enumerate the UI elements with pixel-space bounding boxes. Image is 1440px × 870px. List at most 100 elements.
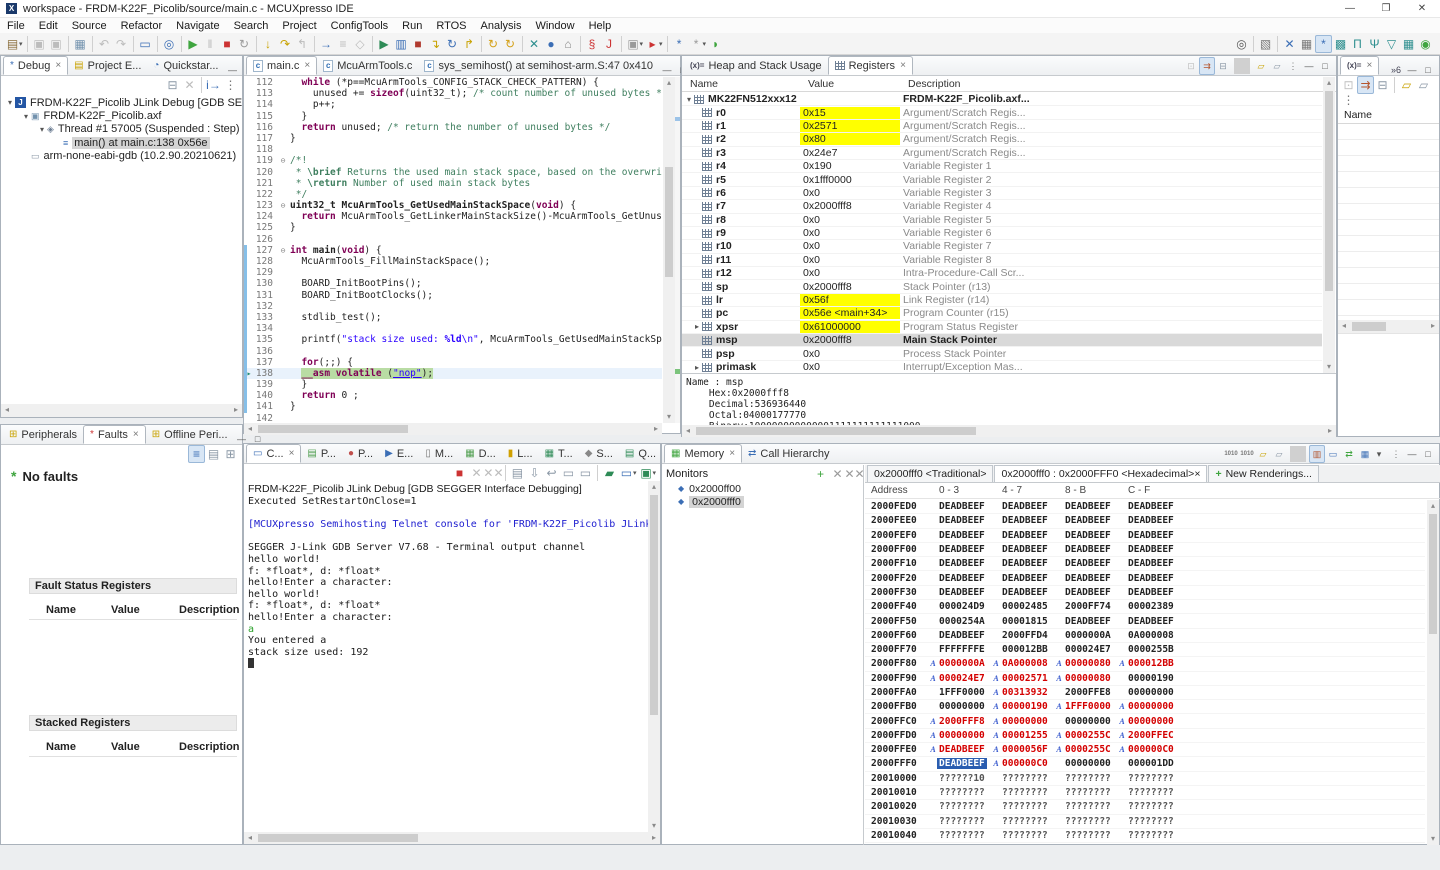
register-row[interactable]: r80x0Variable Register 5 <box>682 214 1322 227</box>
code-line[interactable]: 124 return McuArmTools_GetLinkerMainStac… <box>244 211 662 222</box>
menu-source[interactable]: Source <box>65 18 114 33</box>
memory-row[interactable]: 2000FFE0ADEADBEEFA0000056FA0000255CA0000… <box>865 743 1425 757</box>
code-line[interactable]: 117} <box>244 133 662 144</box>
register-row[interactable]: lr0x56fLink Register (r14) <box>682 294 1322 307</box>
toggle-split-button[interactable]: ▥ <box>1309 445 1325 463</box>
open-console-button-dropdown[interactable]: ▾ <box>652 469 656 477</box>
collapse-button[interactable]: ⊟ <box>1215 57 1231 75</box>
menu-rtos[interactable]: RTOS <box>429 18 473 33</box>
remove-all-launches-button[interactable]: ✕✕ <box>485 464 502 482</box>
debug-hscrollbar[interactable]: ◂▸ <box>1 404 242 417</box>
register-row[interactable]: r20x80Argument/Scratch Regis... <box>682 133 1322 146</box>
close-button[interactable]: ✕ <box>1404 0 1440 17</box>
memory-row[interactable]: 2000FF70FFFFFFFE000012BB000024E70000255B <box>865 643 1425 657</box>
code-line[interactable]: 115 } <box>244 111 662 122</box>
display-console-button-dropdown[interactable]: ▾ <box>633 469 637 477</box>
pin-muxing-button[interactable]: § <box>584 35 601 53</box>
info-button[interactable]: ● <box>543 35 560 53</box>
memory-row[interactable]: 20010030???????????????????????????????? <box>865 815 1425 829</box>
remove-monitor-button[interactable]: ✕ <box>829 465 846 483</box>
minimize-view-icon[interactable]: — <box>1404 449 1420 459</box>
close-tab-icon[interactable]: × <box>55 60 61 71</box>
memory-row[interactable]: 2000FED0DEADBEEFDEADBEEFDEADBEEFDEADBEEF <box>865 500 1425 514</box>
link-renderings-button[interactable]: ▭ <box>1325 445 1341 463</box>
step-over-button[interactable]: ↷ <box>277 35 294 53</box>
minimize-view-icon[interactable]: — <box>1404 65 1420 75</box>
show-stderr-button[interactable]: ▭ <box>577 464 594 482</box>
register-row[interactable]: r00x15Argument/Scratch Regis... <box>682 106 1322 119</box>
sdk-manager-button[interactable]: ✕ <box>526 35 543 53</box>
register-row[interactable]: r50x1fff0000Variable Register 2 <box>682 173 1322 186</box>
open-console-button[interactable]: ▭ <box>137 35 154 53</box>
memory-row[interactable]: 2000FF500000254A00001815DEADBEEFDEADBEEF <box>865 614 1425 628</box>
more-tabs-chevron[interactable]: »6 <box>1388 65 1404 75</box>
memory-rendering-tab[interactable]: 0x2000fff0 <Traditional> <box>867 465 993 482</box>
registers-view-tab[interactable]: Registers× <box>828 56 913 75</box>
close-tab-icon[interactable]: × <box>1366 60 1372 71</box>
register-row[interactable]: r70x2000fff8Variable Register 4 <box>682 200 1322 213</box>
pin-view-button[interactable]: ⇉ <box>1357 76 1374 94</box>
hex-render2-button[interactable]: 1010 <box>1239 445 1255 463</box>
code-line[interactable]: 113 unused += sizeof(uint32_t); /* count… <box>244 88 662 99</box>
save-button[interactable]: ▣ <box>31 35 48 53</box>
faults-view-tab[interactable]: ⊞Peripherals <box>3 425 83 444</box>
editor-tab[interactable]: cmain.c× <box>246 56 317 75</box>
memory-row[interactable]: 20010040???????????????????????????????? <box>865 829 1425 843</box>
jlink-button[interactable]: J <box>601 35 618 53</box>
editor-overview-ruler[interactable] <box>675 77 680 423</box>
collapse-button[interactable]: ⊟ <box>1374 76 1391 94</box>
code-line[interactable]: 112 while (*p==McuArmTools_CONFIG_STACK_… <box>244 77 662 88</box>
close-tab-icon[interactable]: × <box>133 429 139 440</box>
code-line[interactable]: 132 <box>244 301 662 312</box>
debug-view-tab[interactable]: ▤Project E... <box>68 56 147 75</box>
debug-tree-item[interactable]: ▾▣FRDM-K22F_Picolib.axf <box>1 109 242 122</box>
attach-button[interactable]: ↱ <box>461 35 478 53</box>
hex-render-button[interactable]: 1010 <box>1223 445 1239 463</box>
register-row[interactable]: ▸xpsr0x61000000Program Status Register <box>682 321 1322 334</box>
editor-vscrollbar[interactable]: ▴▾ <box>663 77 675 423</box>
maximize-view-icon[interactable]: □ <box>1317 61 1333 71</box>
code-line[interactable]: 142 <box>244 413 662 423</box>
memory-row[interactable]: 2000FFF0DEADBEEFA000000C000000000000001D… <box>865 757 1425 771</box>
restart-button[interactable]: ↻ <box>236 35 253 53</box>
faults-view-tab[interactable]: *Faults× <box>83 425 146 444</box>
menu-edit[interactable]: Edit <box>32 18 65 33</box>
step-filters-button[interactable]: i→ <box>205 76 222 94</box>
memory-row[interactable]: 2000FF90A000024E7A00002571A0000008000000… <box>865 672 1425 686</box>
debug-tree-item[interactable]: ▭arm-none-eabi-gdb (10.2.90.20210621) <box>1 150 242 163</box>
console-view-tab[interactable]: ▤Q... <box>619 444 662 463</box>
variables-tab[interactable]: (x)= × <box>1340 56 1379 75</box>
layout-button-dropdown[interactable]: ▾ <box>1371 449 1387 460</box>
code-line[interactable]: ▸138 __asm volatile ("nop"); <box>244 368 662 379</box>
minimize-view-icon[interactable]: — <box>1301 61 1317 71</box>
variables-hscrollbar[interactable]: ◂▸ <box>1338 320 1439 333</box>
config-tools-button[interactable]: * <box>671 35 688 53</box>
skip-breakpoints-button[interactable]: → <box>318 35 335 53</box>
code-line[interactable]: 122 */ <box>244 189 662 200</box>
register-row[interactable]: psp0x0Process Stack Pointer <box>682 347 1322 360</box>
menu-analysis[interactable]: Analysis <box>474 18 529 33</box>
memory-row[interactable]: 20010010???????????????????????????????? <box>865 786 1425 800</box>
previous-button[interactable]: ⊡ <box>1183 57 1199 75</box>
memory-row[interactable]: 2000FFB000000000A00000190A1FFF0000A00000… <box>865 700 1425 714</box>
maximize-button[interactable]: ❐ <box>1368 0 1404 17</box>
memory-view-tab[interactable]: ⇄Call Hierarchy <box>742 444 835 463</box>
open-view-button[interactable]: ▱ <box>1415 76 1432 94</box>
register-row[interactable]: ▸primask0x0Interrupt/Exception Mas... <box>682 361 1322 373</box>
view-menu-button[interactable]: ⋮ <box>1388 445 1404 463</box>
console-view-tab[interactable]: ▤P... <box>301 444 342 463</box>
register-row[interactable]: r110x0Variable Register 8 <box>682 254 1322 267</box>
code-line[interactable]: 116 return unused; /* return the number … <box>244 122 662 133</box>
flash-columns-button[interactable]: ▥ <box>393 35 410 53</box>
editor-tab[interactable]: csys_semihost() at semihost-arm.S:47 0x4… <box>418 56 659 75</box>
editor-hscrollbar[interactable]: ◂▸ <box>244 423 662 435</box>
memory-row[interactable]: 2000FF60DEADBEEF2000FFD40000000A0A000008 <box>865 629 1425 643</box>
copy-button[interactable]: ▤ <box>205 445 222 463</box>
memory-row[interactable]: 2000FFA01FFF0000A003139322000FFE80000000… <box>865 686 1425 700</box>
maximize-view-icon[interactable]: □ <box>1420 449 1436 459</box>
perspective-pins-button[interactable]: Π <box>1349 35 1366 53</box>
register-row[interactable]: r30x24e7Argument/Scratch Regis... <box>682 147 1322 160</box>
code-line[interactable]: 125} <box>244 222 662 233</box>
memory-row[interactable]: 2000FF10DEADBEEFDEADBEEFDEADBEEFDEADBEEF <box>865 557 1425 571</box>
code-line[interactable]: 133 stdlib_test(); <box>244 312 662 323</box>
